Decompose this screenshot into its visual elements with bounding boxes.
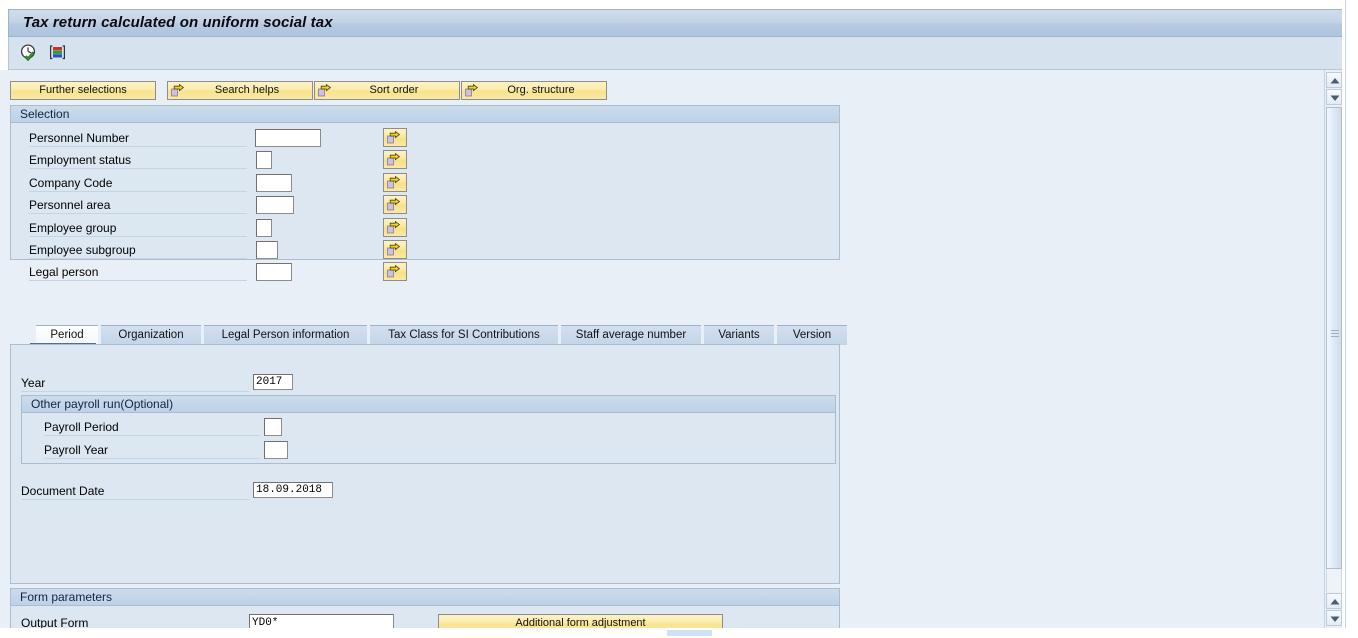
form-parameters-group: Form parameters Output Form Additional f… [10,588,840,628]
toolbar-button-further-selections[interactable]: Further selections [10,81,156,100]
company-code-label: Company Code [29,175,247,192]
legal-person-input[interactable] [256,263,292,282]
scroll-down-button-bottom[interactable] [1326,610,1342,626]
window-right-border [1345,0,1346,638]
scrollbar-thumb-grip [1331,330,1339,339]
form-parameters-header: Form parameters [11,589,839,606]
additional-form-adjustment-button[interactable]: Additional form adjustment [438,614,723,628]
execute-icon[interactable] [19,43,39,63]
toolbar-button-org-structure[interactable]: Org. structure [461,81,607,100]
button-label: Further selections [39,84,127,96]
status-bar-accent [667,630,712,636]
company-code-input[interactable] [256,173,292,192]
tab-label: Tax Class for SI Contributions [388,329,540,341]
tab-label: Staff average number [575,329,687,341]
tab-variants[interactable]: Variants [704,325,774,345]
payroll-year-input[interactable] [264,441,288,459]
sap-gui-window: Tax return calculated on uniform social … [0,0,1358,638]
multiple-selection-button-personnel-area[interactable] [383,195,407,215]
window-top-margin [0,0,1358,8]
multiple-selection-button-employee-subgroup[interactable] [383,240,407,259]
tab-label: Version [792,329,832,341]
arrow-right-icon [171,83,185,97]
tab-strip: Period Organization Legal Person informati… [10,325,1313,345]
scroll-up-button-top[interactable] [1326,72,1342,88]
application-toolbar: © www.tutorialkart.com [8,37,1345,102]
other-payroll-run-group: Other payroll run(Optional) Payroll Peri… [21,395,836,464]
personnel-number-input[interactable] [255,129,321,147]
tab-left-edge [561,326,568,345]
tab-label: Period [50,329,84,341]
selection-screen-canvas: Further selections Search helps Sort order… [0,70,1324,628]
tab-left-edge [370,326,377,345]
multiple-selection-button-personnel-number[interactable] [383,128,407,147]
button-label: Org. structure [507,84,575,96]
legal-person-label: Legal person [29,264,247,282]
tab-legal-person-information[interactable]: Legal Person information [204,325,367,345]
selection-group: Selection Personnel Number Employment sta… [10,105,840,282]
multiple-selection-button-employee-group[interactable] [383,217,407,237]
tab-tax-class-for-si-contributions[interactable]: Tax Class for SI Contributions [370,325,558,345]
tab-organization[interactable]: Organization [101,325,201,345]
tab-staff-average-number[interactable]: Staff average number [561,325,701,345]
scroll-up-button-bottom[interactable] [1326,593,1342,609]
arrow-right-icon [465,83,479,97]
scrollbar-thumb[interactable] [1326,107,1342,569]
employee-group-input[interactable] [256,218,272,237]
period-tab-panel: Year Other payroll run(Optional) Payroll… [10,344,840,584]
payroll-period-label: Payroll Period [44,419,260,436]
multiple-selection-button-employment-status[interactable] [383,150,407,170]
scroll-down-button-top[interactable] [1326,89,1342,105]
other-payroll-run-header: Other payroll run(Optional) [22,396,835,413]
button-label: Sort order [369,84,419,96]
toolbar-button-sort-order[interactable]: Sort order [314,81,460,100]
multiple-selection-button-company-code[interactable] [383,172,407,192]
tab-left-edge [777,326,784,345]
tab-period[interactable]: Period [36,325,98,345]
multiple-selection-button-legal-person[interactable] [383,262,407,282]
toolbar-button-search-helps[interactable]: Search helps [167,81,313,100]
document-date-label: Document Date [21,483,249,500]
tab-left-edge [204,326,211,345]
window-title-bar: Tax return calculated on uniform social … [8,9,1345,37]
tab-label: Organization [118,329,184,341]
payroll-year-label: Payroll Year [44,442,260,459]
employee-group-label: Employee group [29,220,247,237]
tab-label: Legal Person information [221,329,350,341]
output-form-input[interactable] [249,614,394,628]
selection-group-header: Selection [11,106,839,123]
employment-status-label: Employment status [29,152,247,170]
employee-subgroup-label: Employee subgroup [29,242,247,259]
tab-version[interactable]: Version [777,325,847,345]
get-variant-icon[interactable] [47,43,67,63]
employee-subgroup-input[interactable] [256,241,278,259]
document-date-input[interactable] [253,482,333,498]
year-label: Year [21,375,249,392]
personnel-area-input[interactable] [256,196,294,215]
tab-left-edge [704,326,711,345]
page-title: Tax return calculated on uniform social … [23,14,333,31]
tab-left-edge [101,326,108,345]
employment-status-input[interactable] [256,151,272,170]
payroll-period-input[interactable] [264,418,282,436]
personnel-number-label: Personnel Number [29,130,247,147]
tab-label: Variants [718,329,760,341]
vertical-scrollbar[interactable] [1324,70,1342,628]
year-input[interactable] [253,374,293,390]
button-label: Search helps [214,84,280,96]
arrow-right-icon [318,83,332,97]
output-form-label: Output Form [21,615,249,628]
personnel-area-label: Personnel area [29,197,247,215]
tab-left-edge [36,326,43,345]
